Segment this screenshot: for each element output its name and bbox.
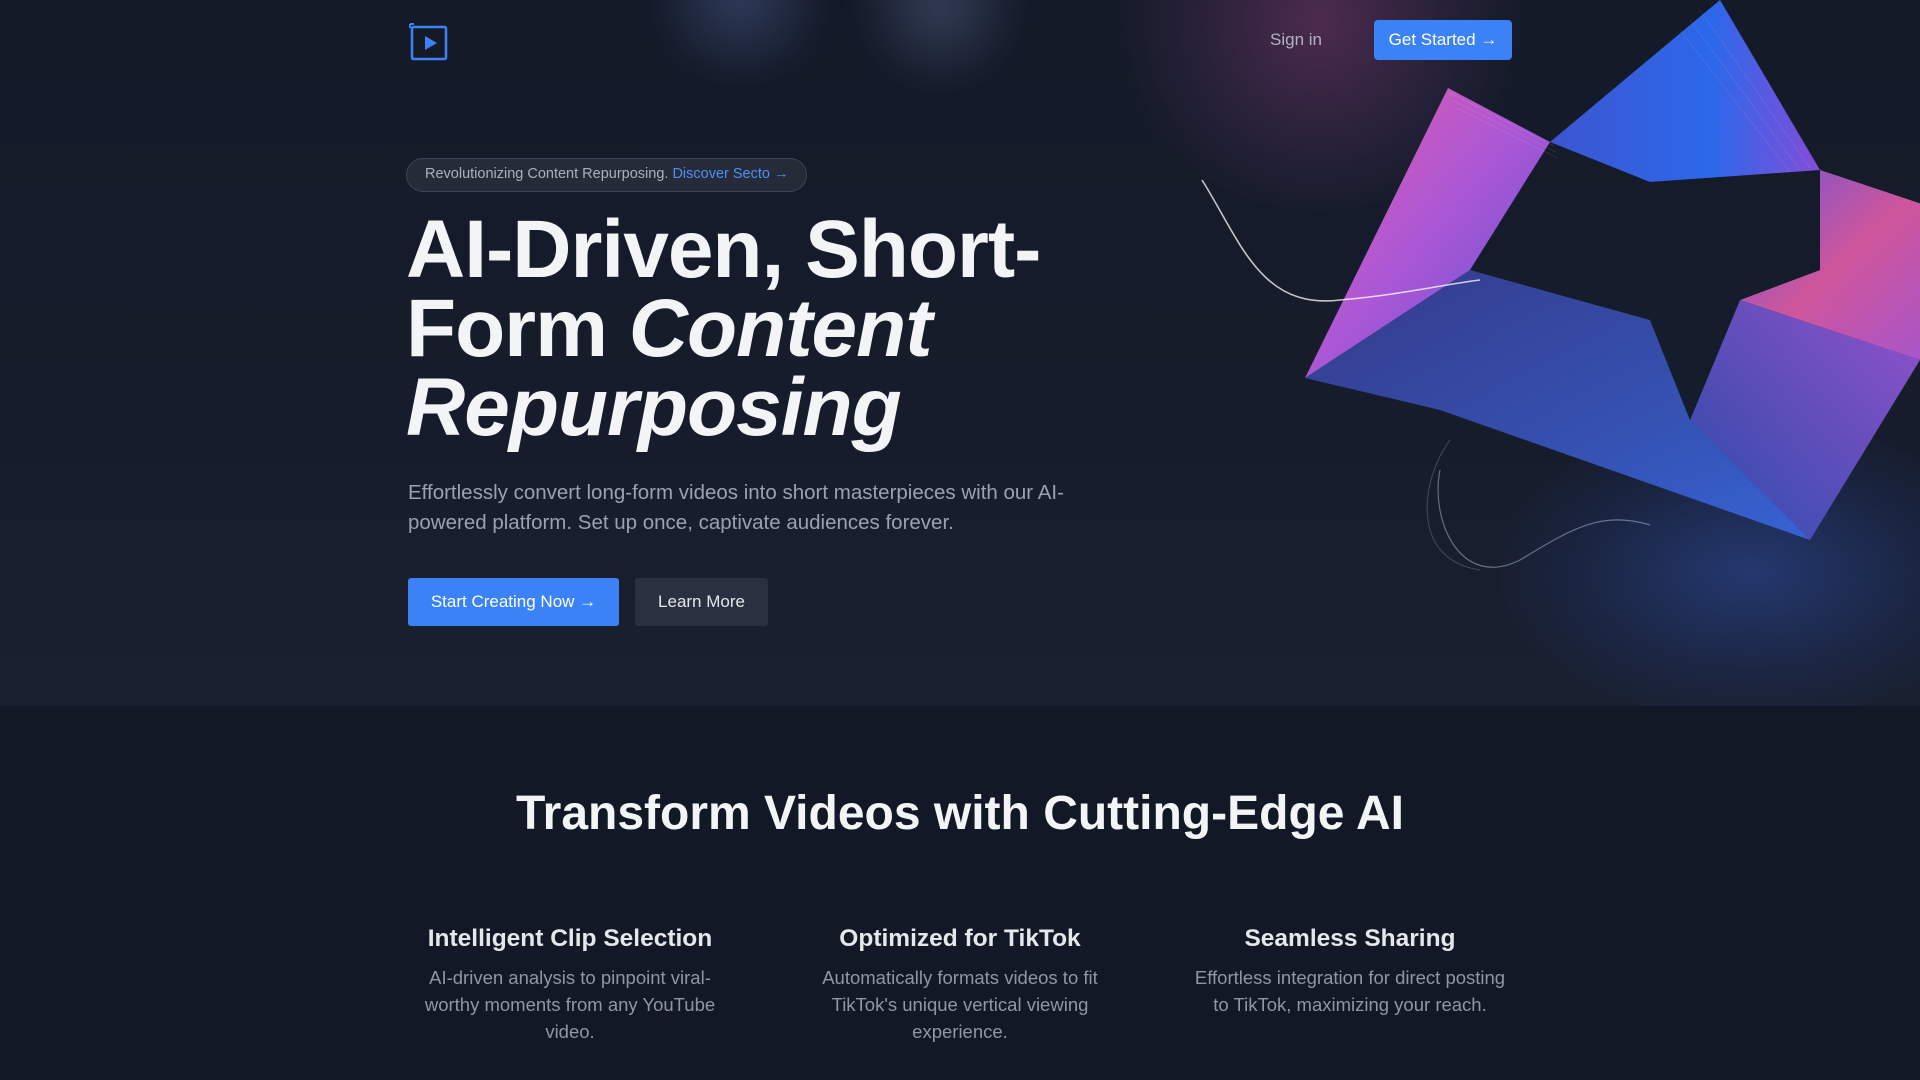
feature-description: AI-driven analysis to pinpoint viral-wor… [424, 967, 716, 1042]
announcement-pill[interactable]: Revolutionizing Content Repurposing. Disc… [406, 158, 808, 192]
feature-card: Seamless Sharing Effortless integration … [1170, 924, 1530, 1018]
announcement-text: Revolutionizing Content Repurposing. [425, 166, 669, 182]
headline-line-3: Repurposing [406, 367, 1046, 449]
background-glow [640, 0, 840, 80]
feature-title: Optimized for TikTok [839, 925, 1081, 952]
headline-line-1: AI-Driven, Short- [406, 204, 1041, 295]
feature-description: Automatically formats videos to fit TikT… [822, 967, 1098, 1042]
feature-title: Intelligent Clip Selection [427, 925, 713, 952]
headline-line-2: Form Content [406, 288, 1046, 370]
get-started-button[interactable]: Get Started → [1374, 20, 1512, 60]
headline-italic: Repurposing [406, 362, 902, 453]
feature-description: Effortless integration for direct postin… [1194, 967, 1506, 1015]
start-creating-button[interactable]: Start Creating Now → [408, 578, 619, 626]
sign-in-link[interactable]: Sign in [1270, 26, 1322, 54]
hero-headline: AI-Driven, Short- Form Content Repurposi… [406, 204, 1046, 449]
headline-italic: Content [628, 283, 933, 374]
headline-plain: Form [406, 283, 629, 374]
landing-page: Sign in Get Started → Revolutionizing Co… [0, 0, 1920, 1080]
logo-play-icon[interactable] [408, 22, 450, 62]
feature-title: Seamless Sharing [1244, 925, 1456, 952]
features-title: Transform Videos with Cutting-Edge AI [515, 787, 1405, 840]
star-ribbon-artwork [1201, 0, 1920, 571]
feature-card: Intelligent Clip Selection AI-driven ana… [390, 924, 750, 1045]
hero-subtitle: Effortlessly convert long-form videos in… [408, 481, 1064, 534]
background-glow [850, 0, 1030, 90]
features-section: Transform Videos with Cutting-Edge AI In… [0, 706, 1920, 1080]
learn-more-button[interactable]: Learn More [635, 578, 768, 626]
feature-card: Optimized for TikTok Automatically forma… [780, 924, 1140, 1045]
hero-section: Sign in Get Started → Revolutionizing Co… [0, 0, 1920, 706]
discover-link[interactable]: Discover Secto → [672, 166, 788, 182]
